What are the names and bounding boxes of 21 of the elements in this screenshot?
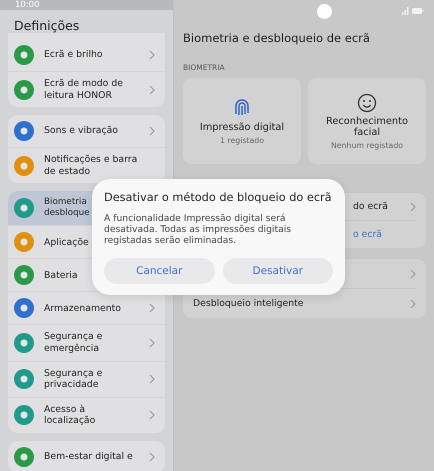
cancel-button[interactable]: Cancelar: [104, 258, 214, 284]
settings-item[interactable]: Ecrã e brilho: [8, 39, 165, 72]
signal-battery-icon: [402, 7, 424, 15]
chevron-icon: [410, 202, 416, 212]
chevron-icon: [410, 298, 416, 308]
settings-item[interactable]: Acesso à localização: [8, 398, 165, 434]
settings-item[interactable]: Segurança e emergência: [8, 325, 165, 362]
settings-item[interactable]: Notificações e barra de estado: [8, 148, 165, 184]
sidebar-title: Definições: [13, 17, 80, 33]
settings-item[interactable]: Sons e vibração: [8, 115, 165, 148]
card-title: Impressão digital: [200, 122, 284, 133]
face-icon: [357, 92, 377, 112]
settings-item[interactable]: Segurança e privacidade: [8, 362, 165, 398]
settings-row[interactable]: Desbloqueio inteligente: [193, 289, 416, 318]
settings-item[interactable]: Ecrã de modo de leitura HONOR: [8, 72, 165, 108]
card-title: Reconhecimento facial: [325, 116, 409, 138]
status-time: 10:00: [15, 0, 40, 10]
confirm-button[interactable]: Desativar: [222, 258, 333, 284]
chevron-icon: [410, 268, 416, 278]
settings-item[interactable]: Bem-estar digital e: [8, 441, 165, 471]
page-title: Biometria e desbloqueio de ecrã: [183, 30, 371, 47]
